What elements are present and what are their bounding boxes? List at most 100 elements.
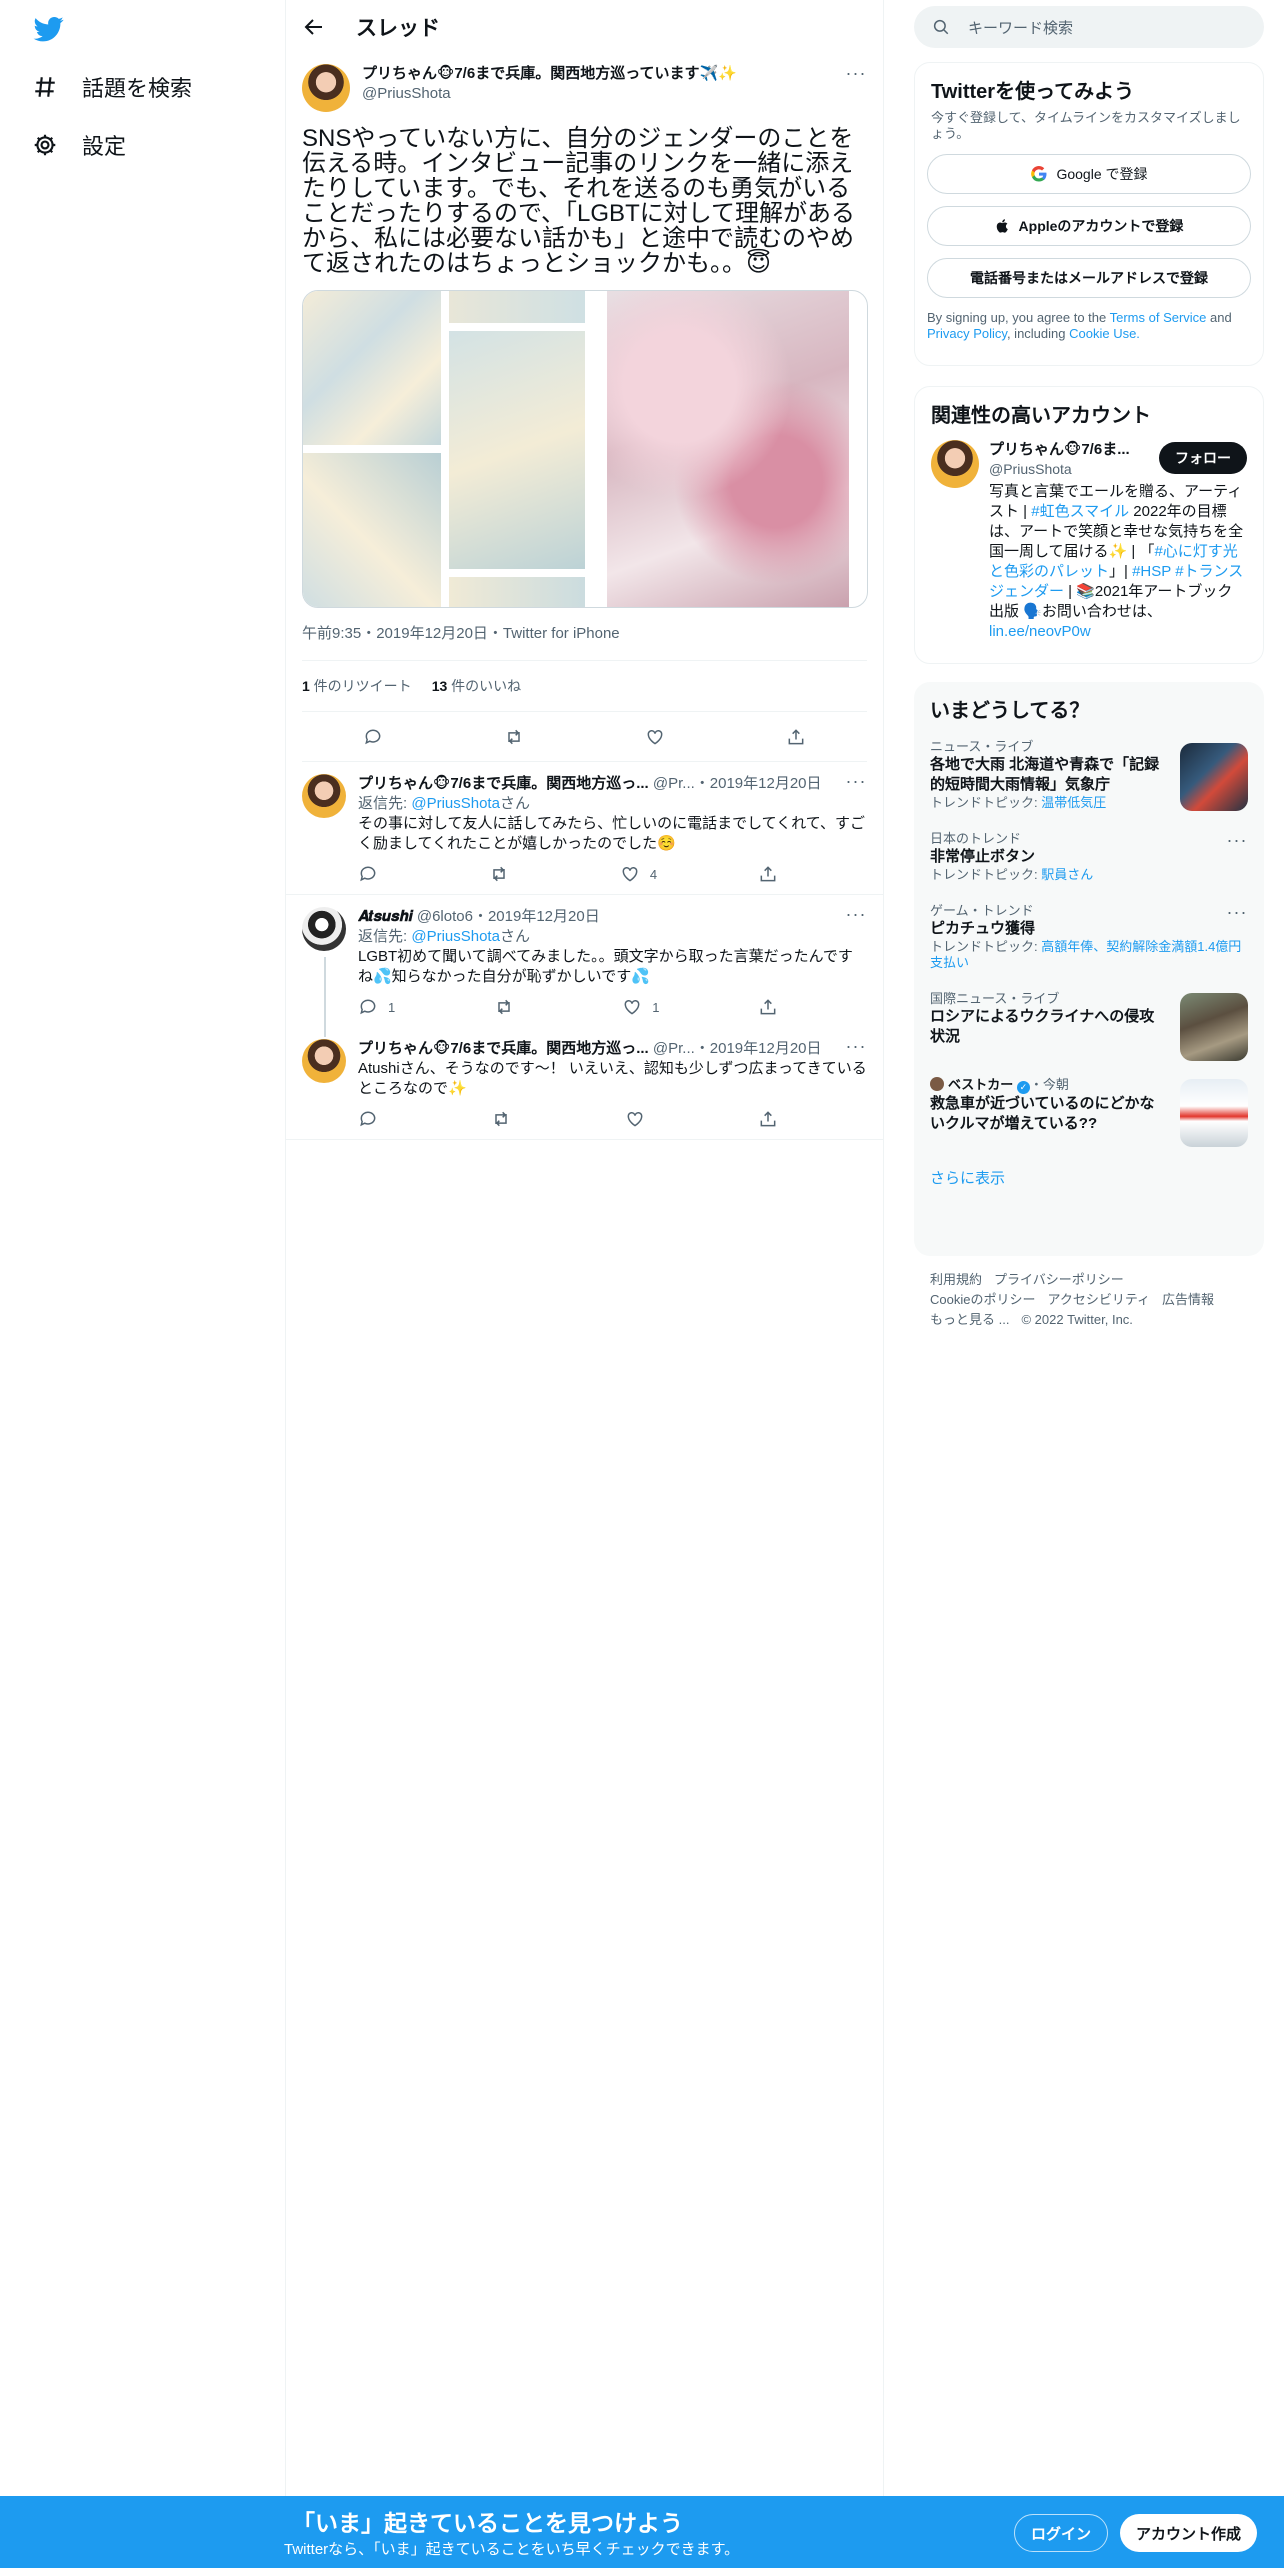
share-button[interactable] — [758, 1109, 778, 1129]
footer-ads-link[interactable]: 広告情報 — [1162, 1292, 1214, 1307]
trend-title: 各地で大雨 北海道や青森で「記録的短時間大雨情報」気象庁 — [930, 756, 1160, 793]
more-options-icon[interactable]: ··· — [845, 772, 867, 796]
retweet-button[interactable] — [494, 997, 524, 1017]
reply-button[interactable]: 1 — [358, 997, 395, 1017]
trend-item[interactable]: 日本のトレンド 非常停止ボタン トレンドトピック: 駅員さん ··· — [914, 821, 1264, 893]
trend-topic-link[interactable]: 駅員さん — [1041, 867, 1093, 882]
phone-email-signup-button[interactable]: 電話番号またはメールアドレスで登録 — [927, 258, 1251, 298]
retweet-count: 1 — [302, 678, 310, 694]
share-icon[interactable] — [786, 727, 806, 747]
reply-tweet[interactable]: プリちゃん🐵7/6まで兵庫。関西地方巡っ... @Pr...・2019年12月2… — [286, 1027, 883, 1140]
publisher-avatar-icon — [930, 1077, 944, 1091]
tweet-stats: 1 件のリツイート 13 件のいいね — [302, 660, 867, 712]
share-button[interactable] — [758, 997, 778, 1017]
like-button[interactable] — [625, 1109, 655, 1129]
related-account-name[interactable]: プリちゃん🐵7/6ま... — [989, 440, 1139, 460]
reply-author-name[interactable]: プリちゃん🐵7/6まで兵庫。関西地方巡っ... — [358, 1040, 649, 1057]
nav-explore[interactable]: 話題を検索 — [32, 62, 192, 112]
related-account[interactable]: プリちゃん🐵7/6ま... @PriusShota 写真と言葉でエールを贈る、ア… — [915, 434, 1263, 652]
trend-topic: トレンドトピック: 駅員さん — [930, 867, 1248, 883]
apple-signup-button[interactable]: Appleのアカウントで登録 — [927, 206, 1251, 246]
trend-title: 非常停止ボタン — [930, 848, 1036, 865]
login-button[interactable]: ログイン — [1014, 2514, 1109, 2552]
reply-tweet[interactable]: 𝑨𝒕𝒔𝒖𝒔𝒉𝒊 @6loto6・2019年12月20日 ··· 返信先: @Pr… — [286, 895, 883, 1037]
reply-author-name[interactable]: 𝑨𝒕𝒔𝒖𝒔𝒉𝒊 — [358, 908, 413, 925]
nav-settings[interactable]: 設定 — [32, 120, 126, 170]
avatar[interactable] — [302, 1039, 346, 1083]
avatar[interactable] — [302, 774, 346, 818]
trend-item[interactable]: ニュース・ライブ 各地で大雨 北海道や青森で「記録的短時間大雨情報」気象庁 トレ… — [914, 729, 1264, 821]
related-accounts-card: 関連性の高いアカウント プリちゃん🐵7/6ま... @PriusShota 写真… — [914, 386, 1264, 664]
author-handle[interactable]: @PriusShota — [362, 84, 737, 104]
trend-topic-prefix: トレンドトピック: — [930, 939, 1042, 954]
privacy-policy-link[interactable]: Privacy Policy — [927, 326, 1007, 341]
trend-item[interactable]: ゲーム・トレンド ピカチュウ獲得 トレンドトピック: 高額年俸、契約解除金満額1… — [914, 893, 1264, 981]
cookie-use-link[interactable]: Cookie Use. — [1069, 326, 1140, 341]
twitter-logo-icon[interactable] — [32, 14, 66, 44]
retweet-icon[interactable] — [504, 727, 524, 747]
reply-author-handle[interactable]: @Pr... — [653, 1040, 695, 1057]
trend-item[interactable]: 国際ニュース・ライブ ロシアによるウクライナへの侵攻状況 — [914, 981, 1264, 1067]
reply-author-handle[interactable]: @Pr... — [653, 775, 695, 792]
author-name[interactable]: プリちゃん🐵7/6まで兵庫。関西地方巡っています✈️✨ — [362, 64, 737, 84]
bio-hashtag-link[interactable]: #HSP — [1132, 563, 1171, 580]
reply-date[interactable]: ・2019年12月20日 — [473, 908, 600, 925]
phone-email-signup-label: 電話番号またはメールアドレスで登録 — [970, 270, 1208, 286]
trend-item[interactable]: ベストカー ✓ ・今朝 救急車が近づいているのにどかないクルマが増えている?? — [914, 1067, 1264, 1153]
reply-tweet[interactable]: プリちゃん🐵7/6まで兵庫。関西地方巡っ... @Pr...・2019年12月2… — [286, 762, 883, 895]
like-stat[interactable]: 13 件のいいね — [432, 676, 521, 696]
media-image — [303, 453, 441, 607]
google-signup-button[interactable]: Google で登録 — [927, 154, 1251, 194]
reply-to-link[interactable]: @PriusShota — [411, 795, 500, 812]
avatar[interactable] — [302, 907, 346, 951]
reply-date[interactable]: ・2019年12月20日 — [695, 775, 822, 792]
reply-icon[interactable] — [363, 727, 383, 747]
back-arrow-icon[interactable] — [302, 15, 326, 39]
footer-cookie-link[interactable]: Cookieのポリシー — [930, 1292, 1035, 1307]
tweet-media[interactable] — [302, 290, 868, 608]
reply-action-bar: 1 1 — [358, 997, 778, 1017]
apple-icon — [996, 219, 1008, 233]
show-more-link[interactable]: さらに表示 — [914, 1153, 1264, 1208]
tweet-timestamp[interactable]: 午前9:35・2019年12月20日・Twitter for iPhone — [302, 624, 867, 660]
create-account-button[interactable]: アカウント作成 — [1120, 2514, 1258, 2552]
footer-privacy-link[interactable]: プライバシーポリシー — [994, 1272, 1124, 1287]
like-count: 1 — [652, 999, 660, 1015]
reply-button[interactable] — [358, 864, 388, 884]
avatar[interactable] — [302, 64, 350, 112]
more-options-icon[interactable]: ··· — [1226, 831, 1248, 855]
trend-topic: トレンドトピック: 高額年俸、契約解除金満額1.4億円支払い — [930, 939, 1248, 971]
footer-accessibility-link[interactable]: アクセシビリティ — [1047, 1292, 1150, 1307]
search-placeholder: キーワード検索 — [968, 19, 1074, 37]
bio-hashtag-link[interactable]: #虹色スマイル — [1031, 503, 1129, 520]
like-button[interactable]: 4 — [620, 864, 657, 884]
avatar[interactable] — [931, 440, 979, 488]
more-options-icon[interactable]: ··· — [1226, 903, 1248, 927]
like-button[interactable]: 1 — [622, 997, 659, 1017]
footer-terms-link[interactable]: 利用規約 — [930, 1272, 982, 1287]
focus-tweet: プリちゃん🐵7/6まで兵庫。関西地方巡っています✈️✨ @PriusShota … — [286, 54, 883, 762]
trend-topic-link[interactable]: 温帯低気圧 — [1041, 795, 1106, 810]
retweet-button[interactable] — [491, 1109, 521, 1129]
reply-text: LGBT初めて聞いて調べてみました。。頭文字から取った言葉だったんですね💦知らな… — [358, 948, 853, 985]
reply-to-link[interactable]: @PriusShota — [411, 928, 500, 945]
retweet-stat[interactable]: 1 件のリツイート — [302, 676, 412, 696]
bio-text: 」| — [1109, 563, 1133, 580]
share-button[interactable] — [758, 864, 778, 884]
reply-author-name[interactable]: プリちゃん🐵7/6まで兵庫。関西地方巡っ... — [358, 775, 649, 792]
bio-link[interactable]: lin.ee/neovP0w — [989, 623, 1091, 640]
more-options-icon[interactable]: ··· — [845, 905, 867, 929]
reply-button[interactable] — [358, 1109, 388, 1129]
terms-of-service-link[interactable]: Terms of Service — [1110, 310, 1207, 325]
share-icon — [760, 866, 776, 882]
search-input[interactable]: キーワード検索 — [914, 6, 1264, 48]
retweet-button[interactable] — [489, 864, 519, 884]
footer-more-link[interactable]: もっと見る ... — [930, 1312, 1009, 1327]
more-options-icon[interactable]: ··· — [845, 64, 867, 88]
reply-to-line: 返信先: @PriusShotaさん — [358, 927, 867, 947]
reply-date[interactable]: ・2019年12月20日 — [695, 1040, 822, 1057]
follow-button[interactable]: フォロー — [1159, 442, 1247, 474]
like-icon[interactable] — [645, 727, 665, 747]
more-options-icon[interactable]: ··· — [845, 1037, 867, 1061]
reply-author-handle[interactable]: @6loto6 — [417, 908, 473, 925]
